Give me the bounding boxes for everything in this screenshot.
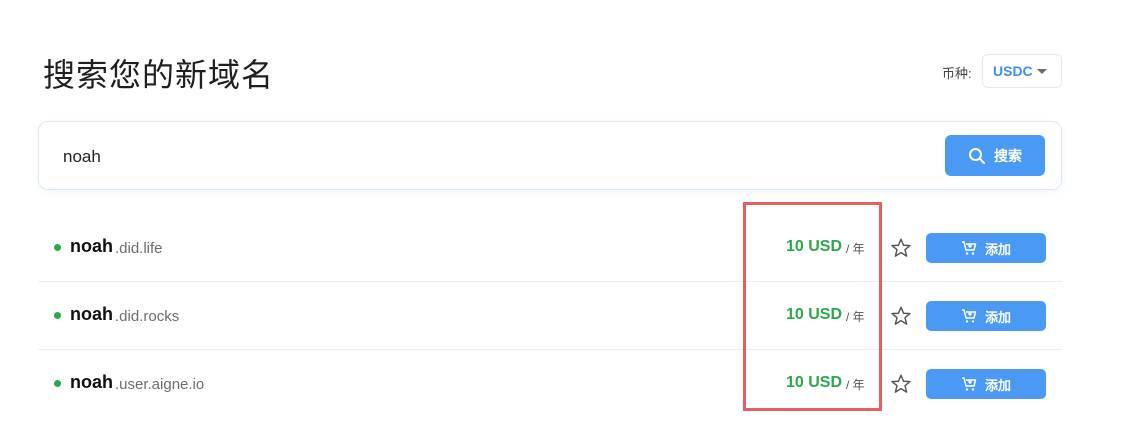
- price-period: / 年: [846, 378, 865, 392]
- domain-name: noah: [70, 236, 113, 256]
- cart-icon: [961, 241, 977, 255]
- page-title: 搜索您的新域名: [43, 57, 275, 93]
- add-button-label: 添加: [984, 309, 1011, 325]
- search-box: 搜索: [38, 121, 1062, 190]
- domain-search-page: 搜索您的新域名 币种: USDC 搜索 noah .did.life 10 US…: [0, 0, 1141, 431]
- star-icon[interactable]: [890, 237, 912, 259]
- search-icon: [969, 147, 985, 164]
- available-dot-icon: [54, 312, 61, 319]
- currency-label: 币种:: [942, 66, 972, 81]
- domain-price: 10 USD: [786, 306, 843, 323]
- add-to-cart-button[interactable]: 添加: [926, 233, 1046, 263]
- domain-name: noah: [70, 304, 113, 324]
- domain-price: 10 USD: [786, 238, 843, 255]
- price-period: / 年: [846, 242, 865, 256]
- available-dot-icon: [54, 380, 61, 387]
- search-input[interactable]: [63, 144, 923, 170]
- result-row: noah .did.rocks 10 USD / 年 添加: [38, 282, 1062, 350]
- result-row: noah .user.aigne.io 10 USD / 年 添加: [38, 350, 1062, 418]
- search-button[interactable]: 搜索: [945, 135, 1045, 176]
- domain-suffix: .did.life: [115, 240, 163, 257]
- star-icon[interactable]: [890, 305, 912, 327]
- search-button-label: 搜索: [994, 147, 1022, 164]
- add-button-label: 添加: [984, 377, 1011, 393]
- add-button-label: 添加: [984, 241, 1011, 257]
- add-to-cart-button[interactable]: 添加: [926, 301, 1046, 331]
- cart-icon: [961, 377, 977, 391]
- domain-name: noah: [70, 372, 113, 392]
- price-period: / 年: [846, 310, 865, 324]
- domain-suffix: .user.aigne.io: [115, 376, 205, 393]
- chevron-down-icon: [1037, 69, 1047, 74]
- currency-select[interactable]: USDC: [982, 54, 1062, 88]
- result-row: noah .did.life 10 USD / 年 添加: [38, 214, 1062, 282]
- domain-price: 10 USD: [786, 374, 843, 391]
- star-icon[interactable]: [890, 373, 912, 395]
- currency-value: USDC: [993, 63, 1033, 79]
- available-dot-icon: [54, 244, 61, 251]
- domain-suffix: .did.rocks: [115, 308, 180, 325]
- add-to-cart-button[interactable]: 添加: [926, 369, 1046, 399]
- cart-icon: [961, 309, 977, 323]
